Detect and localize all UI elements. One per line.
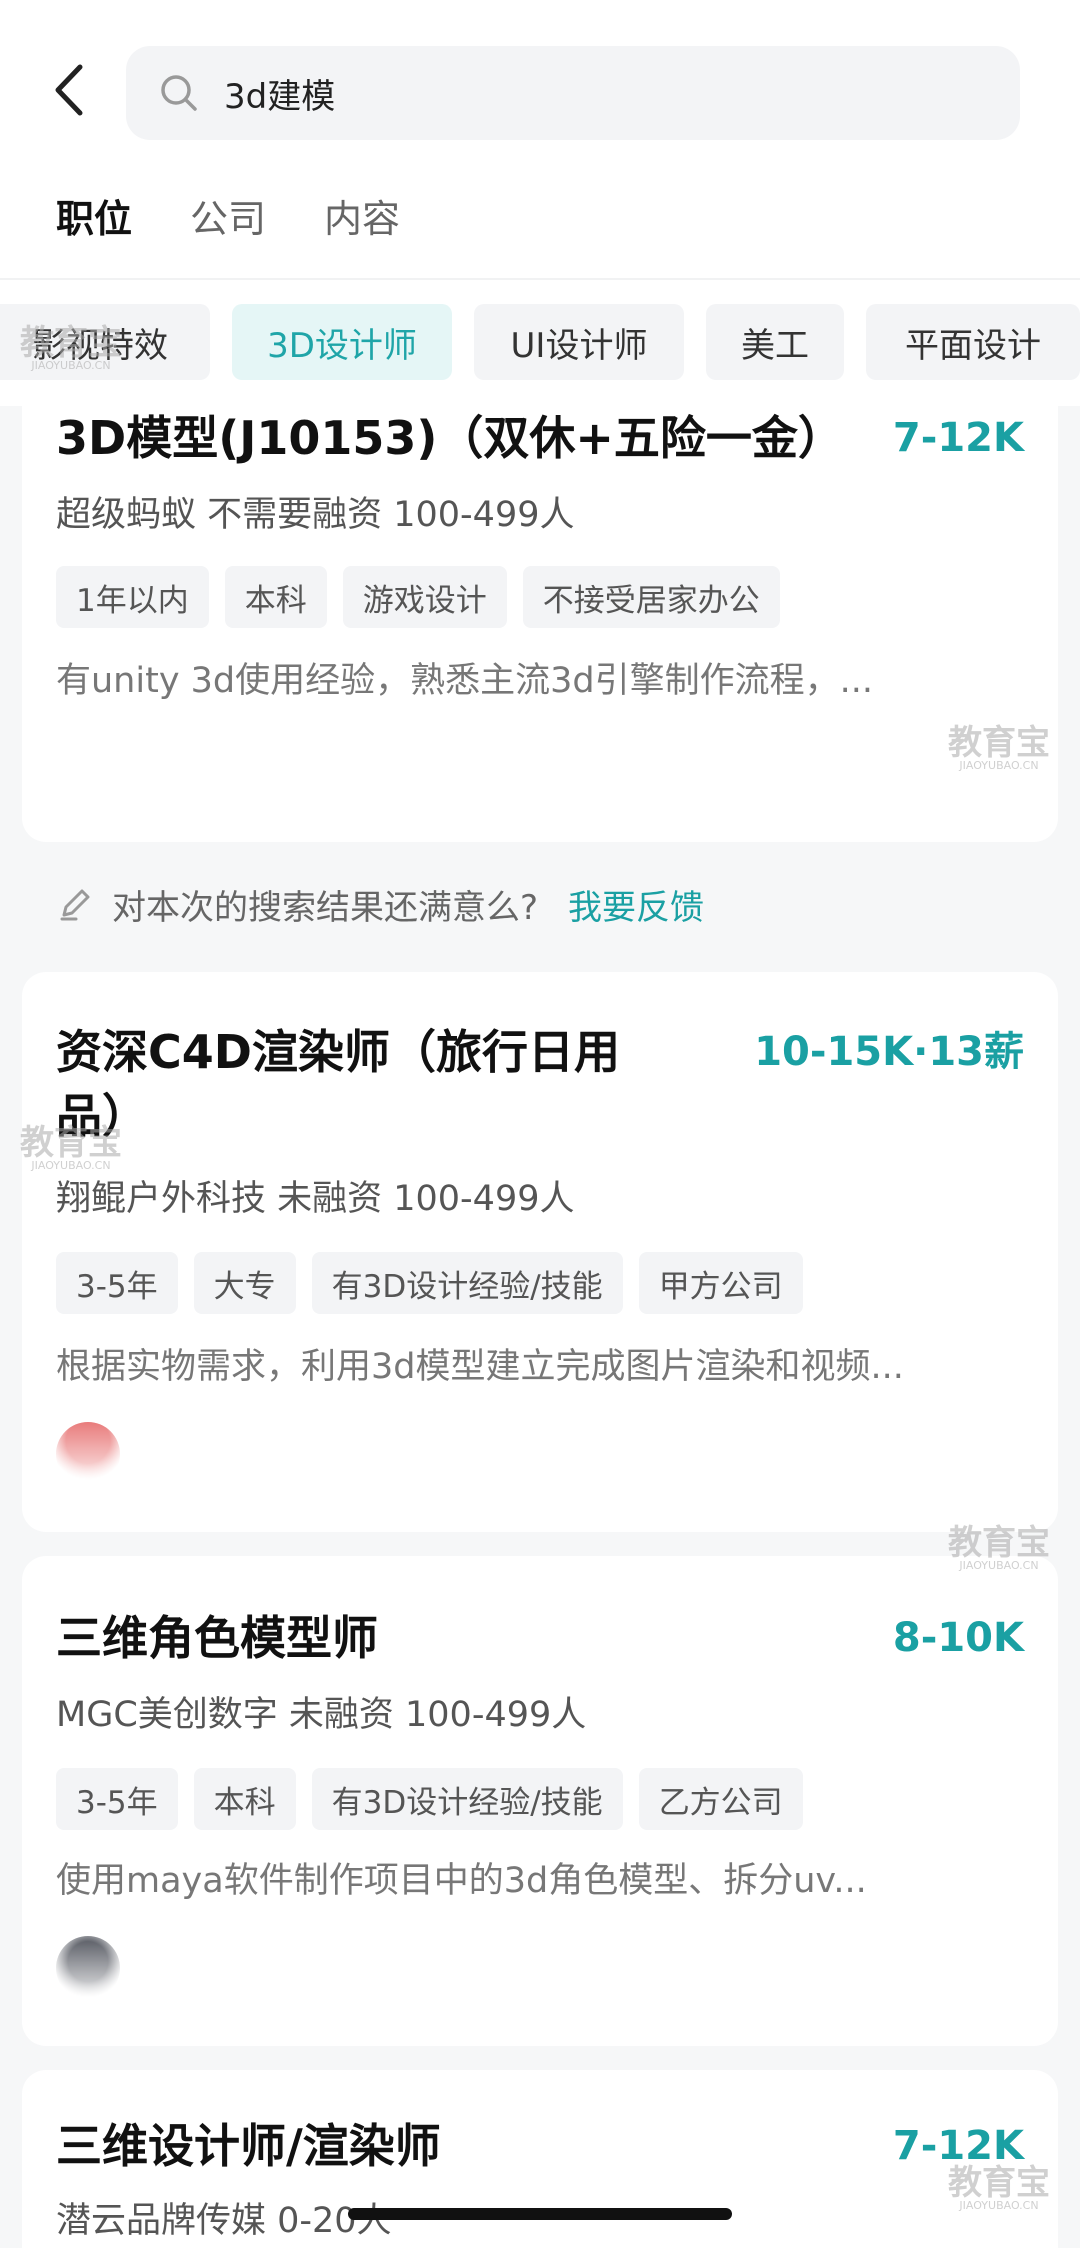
job-title-line-2: 品） xyxy=(56,1089,148,1143)
chevron-left-icon xyxy=(52,63,86,121)
tag-remote: 不接受居家办公 xyxy=(522,566,780,628)
job-card[interactable]: 三维角色模型师 8-10K MGC美创数字 未融资 100-499人 3-5年 … xyxy=(22,1556,1058,2046)
job-card[interactable]: 资深C4D渲染师（旅行日用 品） 10-15K·13薪 翔鲲户外科技 未融资 1… xyxy=(22,972,1058,1532)
job-title: 三维角色模型师 xyxy=(56,1611,378,1665)
company-info: MGC美创数字 未融资 100-499人 xyxy=(56,1695,587,1735)
tag-skill: 有3D设计经验/技能 xyxy=(311,1252,623,1314)
filter-chip-3d-designer[interactable]: 3D设计师 xyxy=(232,304,452,380)
watermark: 教育宝 JIAOYUBAO.CN xyxy=(948,723,1050,772)
tag-experience: 3-5年 xyxy=(56,1252,178,1314)
tab-companies[interactable]: 公司 xyxy=(190,188,266,243)
result-type-tabs: 职位 公司 内容 xyxy=(56,188,400,243)
home-indicator[interactable] xyxy=(348,2208,732,2220)
tag-skill: 有3D设计经验/技能 xyxy=(311,1768,623,1830)
tag-experience: 3-5年 xyxy=(56,1768,178,1830)
job-description: 根据实物需求，利用3d模型建立完成图片渲染和视频... xyxy=(56,1347,904,1387)
job-card[interactable]: 3D模型(J10153)（双休+五险一金） 7-12K 超级蚂蚁 不需要融资 1… xyxy=(22,330,1058,842)
tag-company-type: 乙方公司 xyxy=(638,1768,803,1830)
tag-education: 本科 xyxy=(193,1768,296,1830)
feedback-question: 对本次的搜索结果还满意么? xyxy=(112,888,539,928)
tag-field: 游戏设计 xyxy=(342,566,507,628)
watermark: 教育宝 JIAOYUBAO.CN xyxy=(948,2163,1050,2212)
recruiter-row-faded xyxy=(22,730,1058,800)
job-description: 有unity 3d使用经验，熟悉主流3d引擎制作流程，... xyxy=(56,661,873,701)
tab-positions[interactable]: 职位 xyxy=(56,188,132,243)
back-button[interactable] xyxy=(44,62,94,122)
job-card[interactable]: 三维设计师/渲染师 7-12K 潜云品牌传媒 0-20人 xyxy=(22,2070,1058,2248)
job-title-line-1: 资深C4D渲染师（旅行日用 xyxy=(56,1025,620,1079)
tag-experience: 1年以内 xyxy=(56,566,209,628)
filter-chips-bar: 影视特效 3D设计师 UI设计师 美工 平面设计 xyxy=(0,278,1080,406)
job-title: 资深C4D渲染师（旅行日用 品） xyxy=(56,1020,620,1148)
search-results-page: 3D模型(J10153)（双休+五险一金） 7-12K 超级蚂蚁 不需要融资 1… xyxy=(0,0,1080,2248)
company-info: 翔鲲户外科技 未融资 100-499人 xyxy=(56,1179,575,1219)
filter-chip-artist[interactable]: 美工 xyxy=(706,304,844,380)
search-bar[interactable] xyxy=(126,46,1020,140)
feedback-row: 对本次的搜索结果还满意么? 我要反馈 xyxy=(56,880,704,929)
job-salary: 10-15K·13薪 xyxy=(754,1029,1024,1075)
job-title: 三维设计师/渲染师 xyxy=(56,2119,441,2173)
tag-company-type: 甲方公司 xyxy=(638,1252,803,1314)
tag-education: 本科 xyxy=(224,566,327,628)
job-salary: 7-12K xyxy=(892,415,1024,461)
company-info: 潜云品牌传媒 0-20人 xyxy=(56,2201,392,2241)
watermark: 教育宝 JIAOYUBAO.CN xyxy=(20,1123,122,1172)
search-icon xyxy=(158,72,200,114)
watermark: 教育宝 JIAOYUBAO.CN xyxy=(948,1523,1050,1572)
search-header: 职位 公司 内容 xyxy=(0,0,1080,278)
job-salary: 8-10K xyxy=(892,1615,1024,1661)
edit-icon xyxy=(56,885,96,925)
tab-content[interactable]: 内容 xyxy=(324,188,400,243)
tag-education: 大专 xyxy=(193,1252,296,1314)
feedback-link[interactable]: 我要反馈 xyxy=(568,880,704,929)
filter-chip-ui-designer[interactable]: UI设计师 xyxy=(474,304,684,380)
job-title: 3D模型(J10153)（双休+五险一金） xyxy=(56,411,844,465)
job-tags: 1年以内 本科 游戏设计 不接受居家办公 xyxy=(56,566,780,628)
job-tags: 3-5年 本科 有3D设计经验/技能 乙方公司 xyxy=(56,1768,803,1830)
job-description: 使用maya软件制作项目中的3d角色模型、拆分uv... xyxy=(56,1861,867,1901)
watermark: 教育宝 JIAOYUBAO.CN xyxy=(20,323,122,372)
job-tags: 3-5年 大专 有3D设计经验/技能 甲方公司 xyxy=(56,1252,803,1314)
filter-chip-graphic-design[interactable]: 平面设计 xyxy=(866,304,1080,380)
recruiter-row-faded xyxy=(22,1422,1058,1492)
company-info: 超级蚂蚁 不需要融资 100-499人 xyxy=(56,495,575,535)
search-input[interactable] xyxy=(224,73,924,113)
recruiter-row-faded xyxy=(22,1936,1058,2006)
